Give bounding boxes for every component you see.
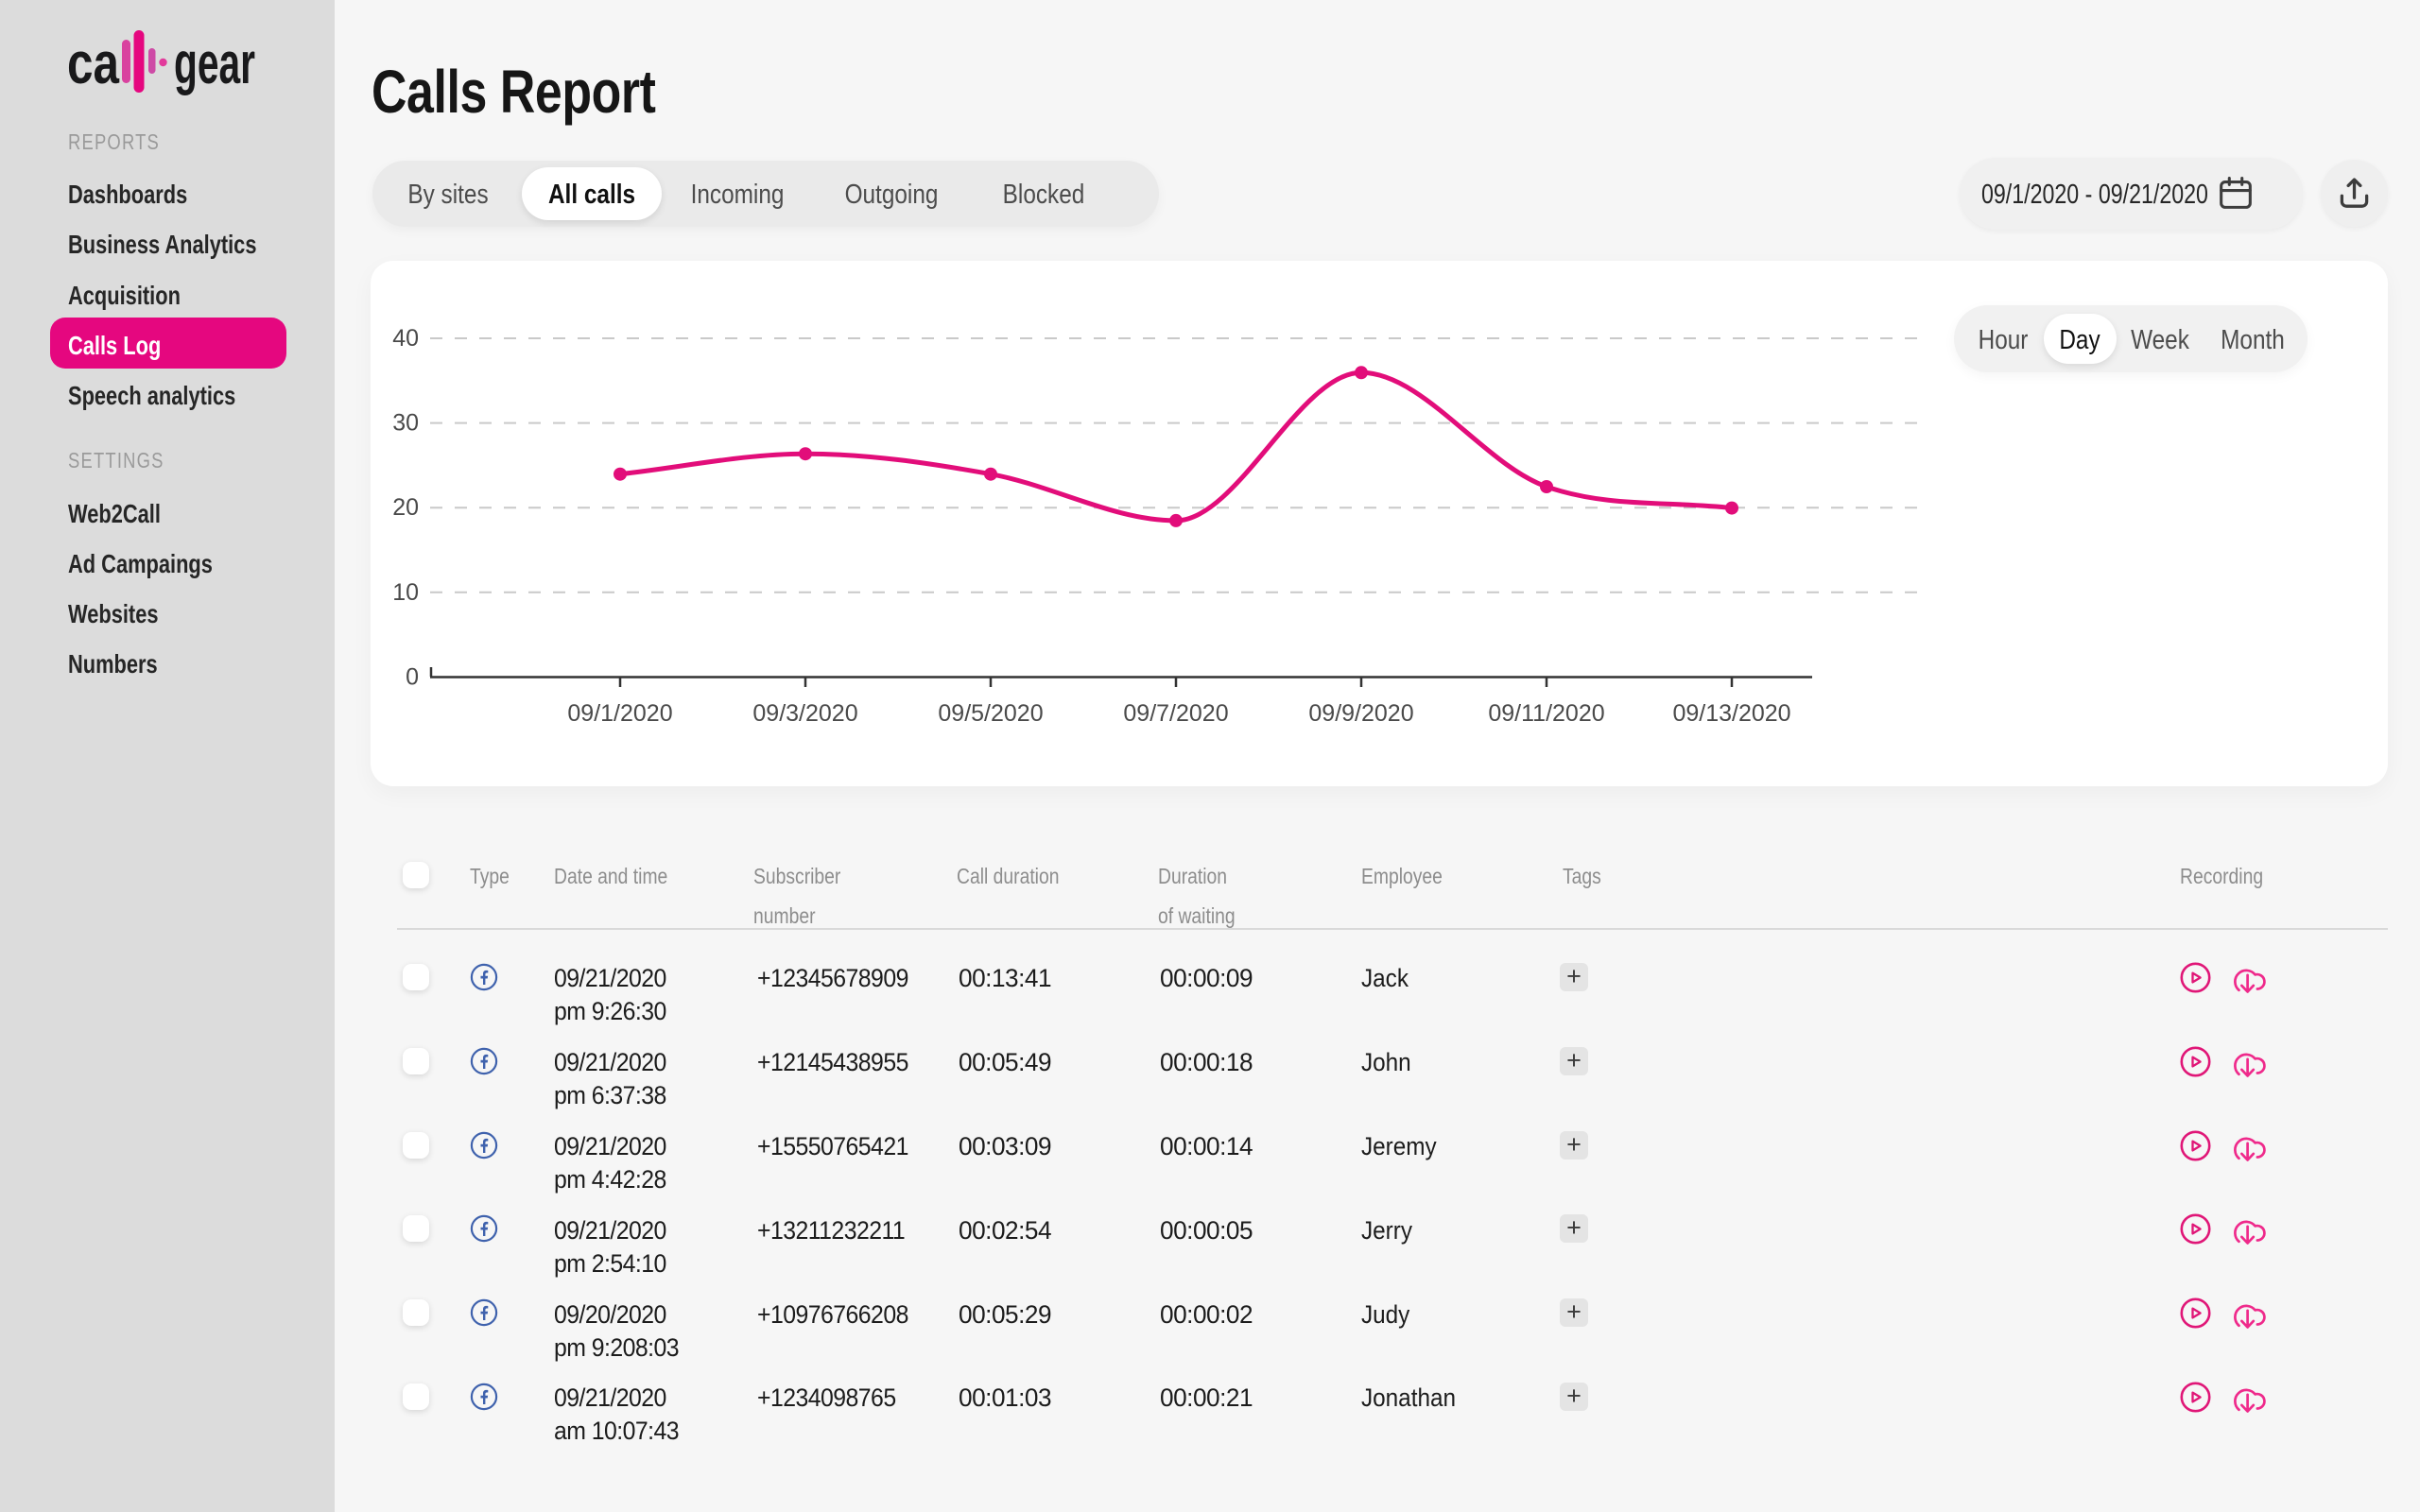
svg-text:09/1/2020: 09/1/2020 bbox=[567, 700, 672, 727]
svg-text:09/11/2020: 09/11/2020 bbox=[1488, 700, 1604, 727]
svg-text:09/9/2020: 09/9/2020 bbox=[1308, 700, 1413, 727]
svg-text:0: 0 bbox=[406, 664, 419, 691]
svg-text:09/5/2020: 09/5/2020 bbox=[938, 700, 1043, 727]
svg-text:ca: ca bbox=[67, 31, 119, 96]
svg-text:10: 10 bbox=[392, 579, 419, 606]
svg-text:gear: gear bbox=[174, 31, 255, 96]
svg-text:09/3/2020: 09/3/2020 bbox=[752, 700, 857, 727]
svg-text:09/13/2020: 09/13/2020 bbox=[1672, 700, 1790, 727]
svg-text:30: 30 bbox=[392, 410, 419, 437]
svg-text:40: 40 bbox=[392, 325, 419, 352]
svg-text:09/7/2020: 09/7/2020 bbox=[1123, 700, 1228, 727]
svg-text:20: 20 bbox=[392, 494, 419, 521]
